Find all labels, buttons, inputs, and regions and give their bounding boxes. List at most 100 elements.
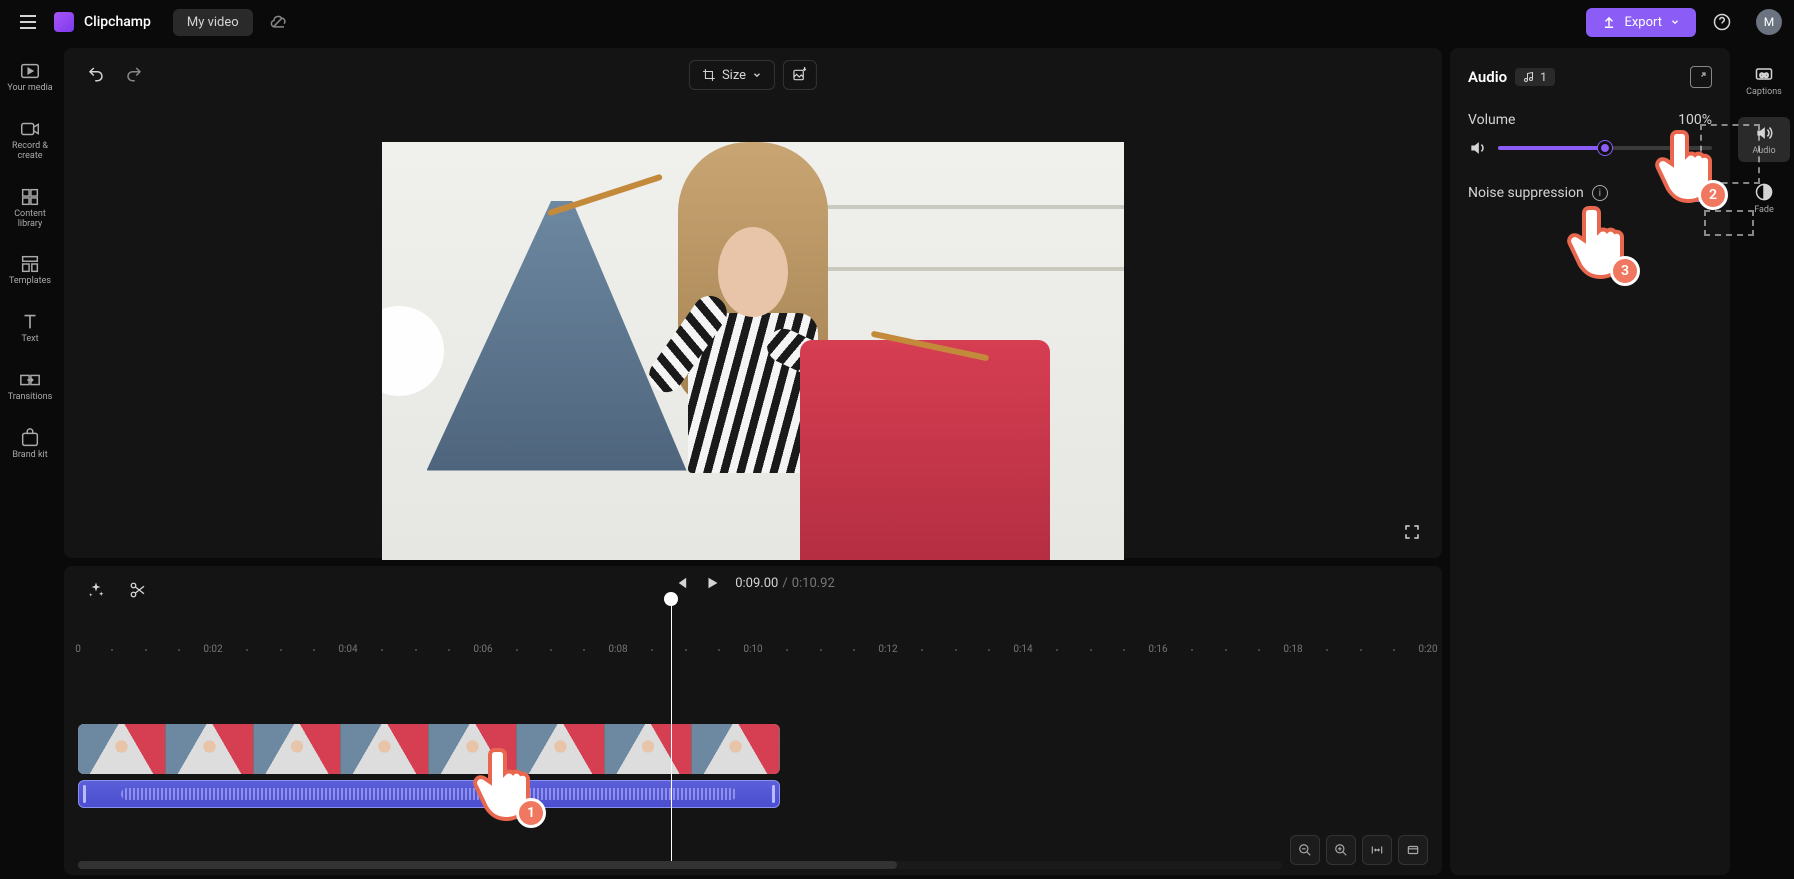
redo-button[interactable]: [120, 60, 148, 88]
detach-panel-button[interactable]: [1690, 66, 1712, 88]
captions-icon: CC: [1754, 64, 1774, 84]
split-button[interactable]: [124, 576, 152, 604]
cloud-sync-icon[interactable]: [263, 6, 295, 38]
export-label: Export: [1624, 15, 1662, 30]
sidebar-item-captions[interactable]: CC Captions: [1738, 58, 1790, 103]
sidebar-item-templates[interactable]: Templates: [4, 247, 56, 293]
sidebar-item-text[interactable]: Text: [4, 305, 56, 351]
chevron-down-icon: [1670, 17, 1680, 27]
fade-icon: [1754, 182, 1774, 202]
sidebar-label: Your media: [7, 84, 52, 94]
video-track-clip[interactable]: [78, 724, 780, 774]
export-frame-button[interactable]: [783, 60, 817, 90]
ruler-tick: 0:06: [473, 644, 492, 655]
sidebar-label: Captions: [1746, 87, 1782, 97]
sidebar-item-brand-kit[interactable]: Brand kit: [4, 421, 56, 467]
sidebar-item-transitions[interactable]: Transitions: [4, 363, 56, 409]
play-button[interactable]: [703, 574, 721, 592]
sidebar-item-record-create[interactable]: Record & create: [4, 112, 56, 168]
sidebar-label: Fade: [1754, 205, 1774, 215]
ai-enhance-button[interactable]: [82, 576, 110, 604]
ruler-tick: 0:20: [1418, 644, 1437, 655]
speaker-icon: [1754, 123, 1774, 143]
properties-sidebar: CC Captions Audio Fade: [1734, 44, 1794, 879]
sidebar-item-your-media[interactable]: Your media: [4, 54, 56, 100]
callout-number: 3: [1610, 256, 1640, 286]
audio-track-clip[interactable]: [78, 780, 780, 808]
time-separator: /: [782, 576, 787, 591]
ruler-tick: 0:10: [743, 644, 762, 655]
project-title[interactable]: My video: [173, 9, 253, 36]
transitions-icon: [19, 369, 41, 391]
sidebar-label: Content library: [4, 210, 56, 230]
user-avatar[interactable]: M: [1756, 9, 1782, 35]
tutorial-callout-3: 3: [1564, 200, 1634, 280]
fullscreen-button[interactable]: [1398, 518, 1426, 546]
ruler-tick: 0:14: [1013, 644, 1032, 655]
tool-sidebar: Your media Record & create Content libra…: [0, 44, 60, 879]
timeline-settings-button[interactable]: [1398, 835, 1428, 865]
clip-count-value: 1: [1540, 70, 1547, 84]
brand-icon: [19, 427, 41, 449]
total-time: 0:10.92: [792, 576, 835, 591]
playhead[interactable]: [671, 598, 673, 865]
timeline-scrollbar[interactable]: [78, 861, 1282, 869]
sidebar-label: Record & create: [4, 142, 56, 162]
sidebar-item-audio[interactable]: Audio: [1738, 117, 1790, 162]
music-note-icon: [1523, 71, 1535, 83]
ruler-tick: 0:08: [608, 644, 627, 655]
chevron-down-icon: [752, 70, 762, 80]
sidebar-label: Text: [21, 335, 38, 345]
record-icon: [19, 118, 41, 140]
zoom-in-button[interactable]: [1326, 835, 1356, 865]
app-header: Clipchamp My video Export M: [0, 0, 1794, 44]
menu-button[interactable]: [12, 6, 44, 38]
sidebar-item-content-library[interactable]: Content library: [4, 180, 56, 236]
current-time: 0:09.00: [735, 576, 778, 591]
skip-back-button[interactable]: [671, 574, 689, 592]
ruler-tick: 0:04: [338, 644, 357, 655]
library-icon: [19, 186, 41, 208]
app-logo-icon: [54, 12, 74, 32]
image-export-icon: [792, 67, 808, 83]
media-icon: [19, 60, 41, 82]
text-icon: [19, 311, 41, 333]
ruler-tick: 0:18: [1283, 644, 1302, 655]
sidebar-label: Templates: [9, 277, 51, 287]
timeline-ruler[interactable]: 0 0:02 0:04 0:06 0:08 0:10 0:12 0:14 0:16 0:18 0:2…: [64, 640, 1442, 664]
sidebar-item-fade[interactable]: Fade: [1738, 176, 1790, 221]
fit-timeline-button[interactable]: [1362, 835, 1392, 865]
svg-text:CC: CC: [1760, 71, 1769, 79]
tutorial-callout-1: 1: [470, 742, 540, 822]
callout-number: 1: [516, 798, 546, 828]
volume-icon[interactable]: [1468, 138, 1488, 158]
volume-label: Volume: [1468, 112, 1515, 128]
clip-count-badge: 1: [1515, 68, 1555, 86]
ruler-tick: 0: [75, 644, 81, 655]
crop-icon: [702, 68, 716, 82]
tutorial-callout-2: 2: [1652, 124, 1722, 204]
zoom-out-button[interactable]: [1290, 835, 1320, 865]
ruler-tick: 0:16: [1148, 644, 1167, 655]
help-button[interactable]: [1706, 6, 1738, 38]
sidebar-label: Brand kit: [12, 451, 47, 461]
brand-name: Clipchamp: [84, 14, 151, 30]
undo-button[interactable]: [82, 60, 110, 88]
export-button[interactable]: Export: [1586, 8, 1696, 37]
sidebar-label: Audio: [1752, 146, 1775, 156]
video-preview[interactable]: [382, 142, 1124, 560]
templates-icon: [19, 253, 41, 275]
info-icon[interactable]: i: [1592, 185, 1608, 201]
timeline-panel: 0:09.00 / 0:10.92 00:020:040:060:080:100…: [64, 566, 1442, 875]
timecode-display: 0:09.00 / 0:10.92: [735, 576, 835, 591]
callout-number: 2: [1698, 180, 1728, 210]
size-dropdown[interactable]: Size: [689, 60, 775, 90]
upload-icon: [1602, 15, 1616, 29]
size-label: Size: [722, 68, 746, 83]
panel-title: Audio: [1468, 68, 1507, 86]
ruler-tick: 0:12: [878, 644, 897, 655]
noise-suppression-label: Noise suppression: [1468, 185, 1584, 201]
preview-panel: Size: [64, 48, 1442, 558]
sidebar-label: Transitions: [8, 393, 53, 403]
ruler-tick: 0:02: [203, 644, 222, 655]
